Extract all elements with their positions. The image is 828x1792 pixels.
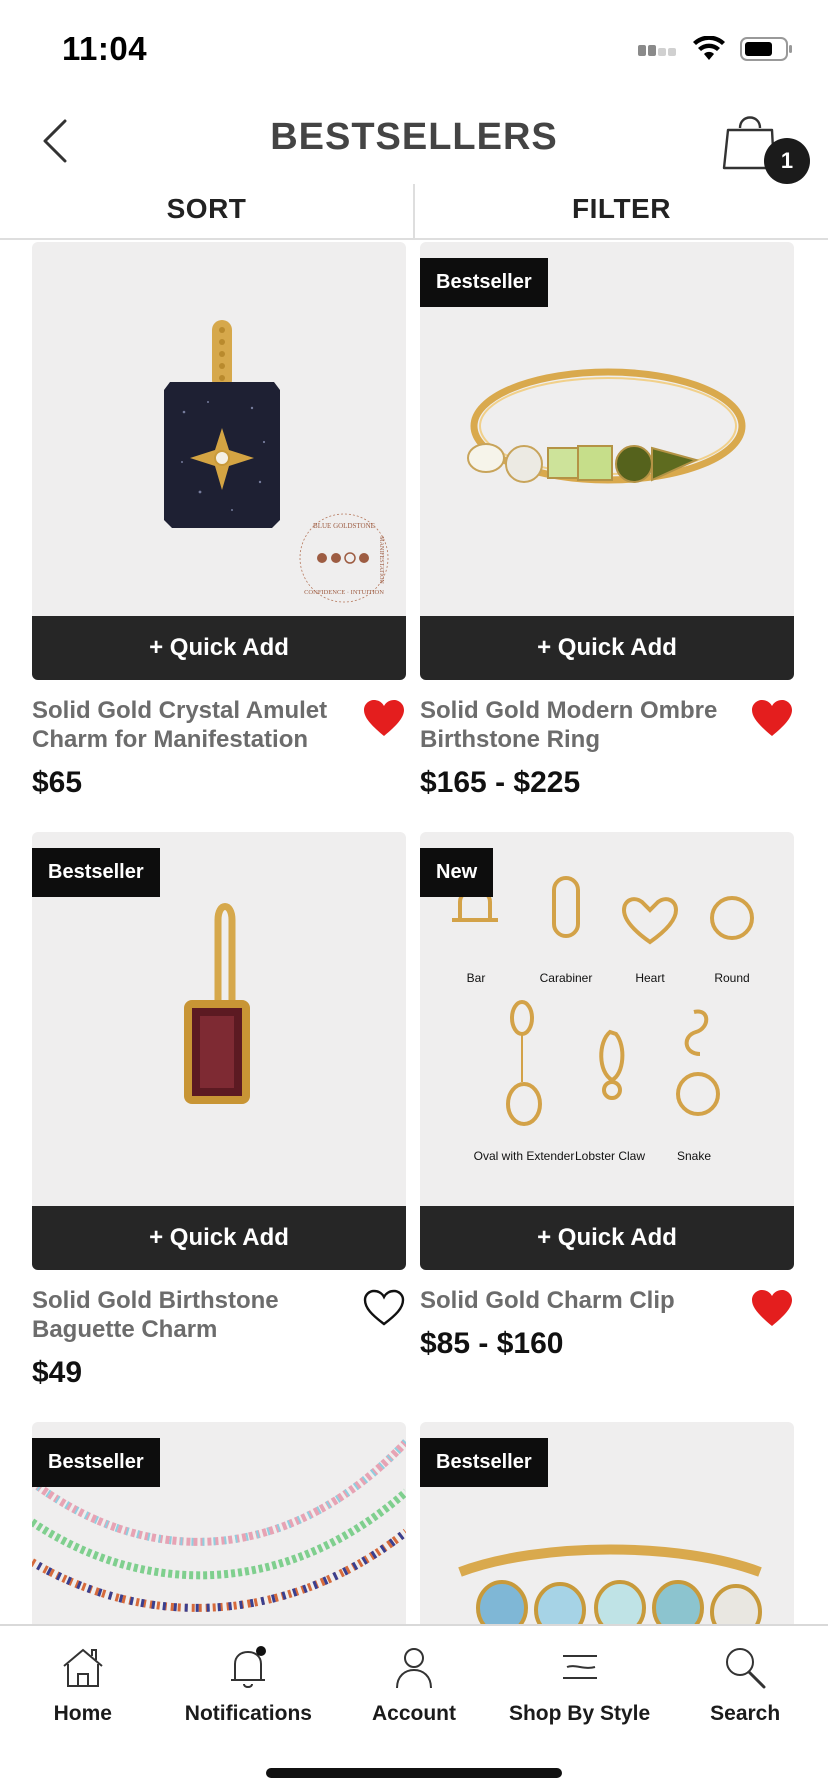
home-icon bbox=[63, 1648, 103, 1687]
sort-filter-bar: SORT FILTER bbox=[0, 180, 828, 240]
bestseller-badge: Bestseller bbox=[32, 848, 160, 897]
tab-shop-by-style[interactable]: Shop By Style bbox=[497, 1626, 663, 1736]
cart-count-badge: 1 bbox=[764, 138, 810, 184]
bestseller-badge: Bestseller bbox=[420, 258, 548, 307]
product-name[interactable]: Solid Gold Modern Ombre Birthstone Ring bbox=[420, 696, 738, 754]
status-icons bbox=[638, 36, 794, 62]
product-image[interactable]: Bestseller bbox=[420, 242, 794, 616]
product-card[interactable]: Bar Carabiner Heart Round Oval with Exte… bbox=[420, 832, 794, 1361]
quick-add-button[interactable]: + Quick Add bbox=[32, 1206, 406, 1270]
product-info: Solid Gold Charm Clip $85 - $160 bbox=[420, 1270, 794, 1361]
cart-button[interactable]: 1 bbox=[714, 106, 810, 186]
product-info: Solid Gold Crystal Amulet Charm for Mani… bbox=[32, 680, 406, 800]
product-info: Solid Gold Modern Ombre Birthstone Ring … bbox=[420, 680, 794, 800]
stamp-top-text: BLUE GOLDSTONE bbox=[313, 522, 375, 530]
bestseller-badge: Bestseller bbox=[32, 1438, 160, 1487]
heart-filled-icon[interactable] bbox=[750, 698, 794, 738]
product-info: Solid Gold Birthstone Baguette Charm $49 bbox=[32, 1270, 406, 1390]
tab-notifications[interactable]: Notifications bbox=[166, 1626, 332, 1736]
tab-account[interactable]: Account bbox=[331, 1626, 497, 1736]
quick-add-button[interactable]: + Quick Add bbox=[420, 616, 794, 680]
home-indicator bbox=[266, 1768, 562, 1778]
status-bar: 11:04 bbox=[0, 0, 828, 96]
amulet-charm-image: BLUE GOLDSTONE CONFIDENCE · INTUITION MA… bbox=[164, 320, 389, 603]
product-price: $165 - $225 bbox=[420, 766, 581, 799]
tab-label: Account bbox=[371, 1702, 456, 1725]
heart-filled-icon[interactable] bbox=[750, 1288, 794, 1328]
tab-label: Notifications bbox=[184, 1702, 312, 1725]
sort-button[interactable]: SORT bbox=[0, 180, 413, 238]
product-price: $49 bbox=[32, 1356, 83, 1389]
wifi-icon bbox=[693, 36, 725, 60]
clip-label-heart: Heart bbox=[635, 971, 665, 985]
product-image[interactable]: Bestseller bbox=[420, 1422, 794, 1624]
person-icon bbox=[395, 1648, 432, 1689]
product-name[interactable]: Solid Gold Charm Clip bbox=[420, 1286, 738, 1315]
status-time: 11:04 bbox=[62, 30, 148, 67]
bestseller-badge: Bestseller bbox=[420, 1438, 548, 1487]
tab-bar: Home Notifications Account Shop By Style… bbox=[0, 1624, 828, 1792]
search-icon bbox=[726, 1648, 766, 1689]
product-grid: BLUE GOLDSTONE CONFIDENCE · INTUITION MA… bbox=[0, 242, 828, 1624]
battery-icon bbox=[740, 37, 792, 61]
clip-label-snake: Snake bbox=[677, 1149, 711, 1163]
tab-label: Home bbox=[53, 1702, 112, 1725]
bell-icon bbox=[231, 1646, 267, 1688]
clip-label-bar: Bar bbox=[467, 971, 486, 985]
header: BESTSELLERS 1 bbox=[0, 96, 828, 186]
product-price: $85 - $160 bbox=[420, 1327, 564, 1360]
quick-add-button[interactable]: + Quick Add bbox=[32, 616, 406, 680]
heart-outline-icon[interactable] bbox=[362, 1288, 406, 1328]
product-image[interactable]: Bar Carabiner Heart Round Oval with Exte… bbox=[420, 832, 794, 1206]
product-card[interactable]: Bestseller + Quick Add Solid Gold Births… bbox=[32, 832, 406, 1390]
quick-add-button[interactable]: + Quick Add bbox=[420, 1206, 794, 1270]
tab-search[interactable]: Search bbox=[662, 1626, 828, 1736]
product-image[interactable]: Bestseller bbox=[32, 1422, 406, 1624]
tab-label: Shop By Style bbox=[508, 1702, 651, 1725]
product-card[interactable]: BLUE GOLDSTONE CONFIDENCE · INTUITION MA… bbox=[32, 242, 406, 800]
product-card[interactable]: Bestseller bbox=[32, 1422, 406, 1624]
menu-lines-icon bbox=[562, 1655, 597, 1679]
heart-filled-icon[interactable] bbox=[362, 698, 406, 738]
clip-label-oval-with-extender: Oval with Extender bbox=[474, 1149, 575, 1163]
product-card[interactable]: Bestseller bbox=[420, 1422, 794, 1624]
tab-home[interactable]: Home bbox=[0, 1626, 166, 1736]
clip-label-carabiner: Carabiner bbox=[540, 971, 593, 985]
product-name[interactable]: Solid Gold Birthstone Baguette Charm bbox=[32, 1286, 350, 1344]
new-badge: New bbox=[420, 848, 494, 897]
product-card[interactable]: Bestseller + Quick Add Solid Gold Modern… bbox=[420, 242, 794, 800]
product-price: $65 bbox=[32, 766, 83, 799]
clip-label-round: Round bbox=[714, 971, 749, 985]
stamp-bottom-text: CONFIDENCE · INTUITION bbox=[304, 589, 384, 596]
signal-icon bbox=[638, 45, 676, 56]
stamp-side-text: MANIFESTATION bbox=[378, 536, 384, 584]
tab-label: Search bbox=[710, 1702, 781, 1725]
product-image[interactable]: Bestseller bbox=[32, 832, 406, 1206]
page-title: BESTSELLERS bbox=[270, 116, 558, 158]
product-name[interactable]: Solid Gold Crystal Amulet Charm for Mani… bbox=[32, 696, 350, 754]
clip-label-lobster-claw: Lobster Claw bbox=[575, 1149, 645, 1163]
filter-button[interactable]: FILTER bbox=[415, 180, 828, 238]
product-image[interactable]: BLUE GOLDSTONE CONFIDENCE · INTUITION MA… bbox=[32, 242, 406, 616]
